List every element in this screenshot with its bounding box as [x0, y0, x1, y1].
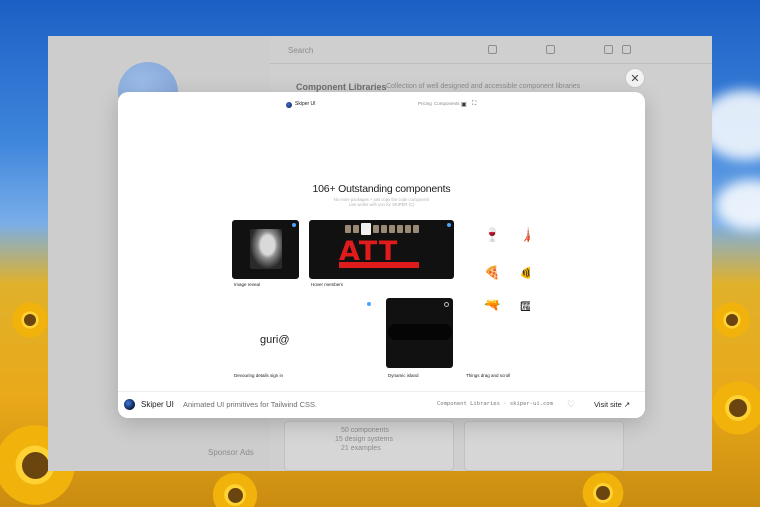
preview-brand: Skiper UI — [295, 101, 316, 107]
member-thumbnails — [345, 223, 419, 235]
component-tile-hover-members[interactable]: ATT — [309, 220, 454, 279]
close-icon: ✕ — [630, 72, 640, 85]
background-search-label: Search — [288, 46, 314, 55]
preview-hero-title: 106+ Outstanding components — [312, 183, 451, 195]
theme-icon[interactable]: ▣ — [461, 101, 467, 108]
visit-site-button[interactable]: Visit site ↗ — [594, 400, 630, 409]
sign-in-input-text: guri@ — [260, 334, 290, 346]
background-side-text: Ads — [240, 448, 254, 457]
sunflower — [580, 470, 626, 507]
skiper-logo-icon — [124, 399, 135, 410]
component-tile-label: Hover members — [311, 282, 344, 287]
water-gun-icon: 🔫 — [484, 297, 501, 312]
background-side-text: Sponsor — [208, 448, 238, 457]
preview-navbar: Skiper UI Pricing Components ▣ ⛶ — [118, 100, 645, 112]
portrait-image — [250, 229, 282, 269]
arrow-up-right-icon: ↗ — [623, 400, 631, 409]
preview-footer: Skiper UI Animated UI primitives for Tai… — [118, 391, 645, 418]
component-tile-devouring-details[interactable] — [232, 298, 375, 368]
dynamic-island-pill — [388, 324, 452, 340]
accent-dot — [447, 223, 451, 227]
background-card-text: 50 components — [341, 427, 389, 434]
component-tile-label: Things drag and scroll — [466, 373, 511, 378]
preview-hero-subtitle: Live works with you for SKIPER (C) — [348, 202, 415, 207]
fish-icon: 🐠 — [520, 265, 530, 280]
background-card-text: 21 examples — [341, 445, 381, 452]
background-card: 50 components 15 design systems 21 examp… — [284, 421, 454, 471]
preview-logo-icon — [286, 102, 292, 108]
background-section-title: Component Libraries — [296, 82, 387, 92]
component-tile-dynamic-island[interactable] — [386, 298, 453, 368]
component-tile-image-reveal[interactable] — [232, 220, 299, 279]
component-tile-label: Image reveal — [234, 282, 261, 287]
accent-dot — [292, 223, 296, 227]
sunflower — [712, 300, 752, 340]
component-tile-things-drag[interactable]: 🍷 🗼 🍕 🐠 🔫 ⌨ — [464, 220, 530, 366]
background-icon — [622, 45, 631, 54]
background-card-text: 15 design systems — [335, 436, 393, 443]
sunflower — [10, 300, 50, 340]
preview-modal: Skiper UI Pricing Components ▣ ⛶ 106+ Ou… — [118, 92, 645, 418]
background-icon — [488, 45, 497, 54]
sunflower — [708, 378, 760, 438]
footer-description: Animated UI primitives for Tailwind CSS. — [183, 400, 318, 409]
cloud — [716, 180, 760, 230]
pizza-icon: 🍕 — [484, 265, 501, 280]
preview-nav-link-components[interactable]: Components — [434, 101, 460, 106]
preview-nav-link-pricing[interactable]: Pricing — [418, 101, 432, 106]
close-button[interactable]: ✕ — [625, 68, 645, 88]
visit-site-label: Visit site — [594, 400, 622, 409]
wine-glass-icon: 🍷 — [484, 227, 501, 242]
circle-icon — [444, 302, 449, 307]
sunflower — [210, 470, 260, 507]
component-tile-label: Devouring details sign in — [234, 373, 284, 378]
hover-members-base — [339, 262, 419, 268]
footer-meta: Component Libraries · skiper-ui.com — [437, 401, 553, 407]
background-icon — [604, 45, 613, 54]
accent-dot — [367, 302, 371, 306]
background-card — [464, 421, 624, 471]
tower-icon: 🗼 — [520, 227, 530, 242]
background-icon — [546, 45, 555, 54]
hover-members-word: ATT — [339, 236, 399, 267]
heart-icon[interactable]: ♡ — [567, 399, 575, 410]
footer-site-name: Skiper UI — [141, 400, 174, 409]
typewriter-icon: ⌨ — [520, 299, 530, 314]
expand-icon[interactable]: ⛶ — [472, 101, 476, 108]
component-tile-label: Dynamic island — [388, 373, 419, 378]
background-section-desc: Collection of well designed and accessib… — [386, 83, 581, 90]
